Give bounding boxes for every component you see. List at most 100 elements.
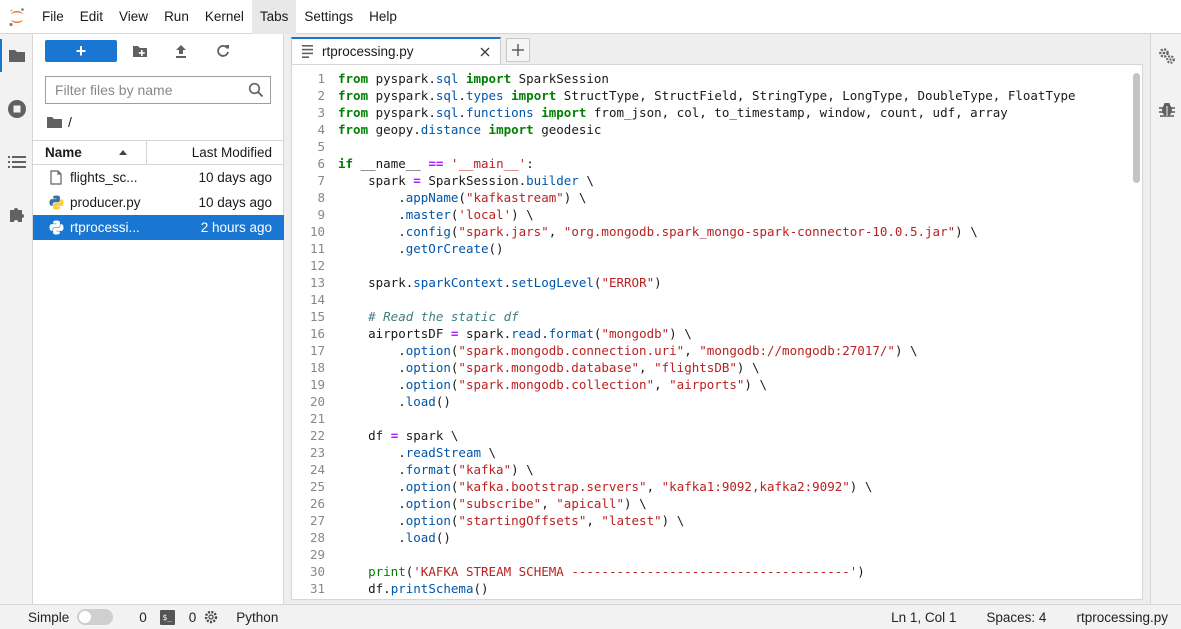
code-text: .option("startingOffsets", "latest") \ xyxy=(338,513,685,528)
code-line[interactable]: 8 .appName("kafkastream") \ xyxy=(292,189,1132,206)
indent-spaces[interactable]: Spaces: 4 xyxy=(986,610,1046,625)
code-line[interactable]: 20 .load() xyxy=(292,393,1132,410)
toc-list-icon[interactable] xyxy=(0,145,33,178)
running-stop-icon[interactable] xyxy=(0,92,33,125)
code-line[interactable]: 11 .getOrCreate() xyxy=(292,240,1132,257)
terminal-icon[interactable]: $_ xyxy=(159,609,175,625)
code-text: .option("spark.mongodb.database", "fligh… xyxy=(338,360,760,375)
upload-button[interactable] xyxy=(170,40,192,62)
code-line[interactable]: 30 print('KAFKA STREAM SCHEMA ----------… xyxy=(292,563,1132,580)
code-text: from pyspark.sql.types import StructType… xyxy=(338,88,1076,103)
terminals-count[interactable]: 0 xyxy=(139,610,147,625)
kernel-gear-icon[interactable] xyxy=(204,610,218,624)
code-line[interactable]: 5 xyxy=(292,138,1132,155)
code-line[interactable]: 3 from pyspark.sql.functions import from_… xyxy=(292,104,1132,121)
line-number: 18 xyxy=(309,360,325,375)
code-text: .option("kafka.bootstrap.servers", "kafk… xyxy=(338,479,873,494)
code-line[interactable]: 24 .format("kafka") \ xyxy=(292,461,1132,478)
plus-icon xyxy=(512,44,524,56)
code-line[interactable]: 28 .load() xyxy=(292,529,1132,546)
file-row[interactable]: producer.py 10 days ago xyxy=(33,190,284,215)
code-line[interactable]: 14 xyxy=(292,291,1132,308)
menu-file[interactable]: File xyxy=(34,0,72,34)
line-number: 16 xyxy=(309,326,325,341)
code-line[interactable]: 18 .option("spark.mongodb.database", "fl… xyxy=(292,359,1132,376)
menu-run[interactable]: Run xyxy=(156,0,197,34)
code-line[interactable]: 27 .option("startingOffsets", "latest") … xyxy=(292,512,1132,529)
code-text: .load() xyxy=(338,394,451,409)
code-text: from pyspark.sql import SparkSession xyxy=(338,71,609,86)
file-browser-toolbar: + xyxy=(33,34,284,68)
filter-files-input[interactable] xyxy=(46,78,236,102)
code-line[interactable]: 2 from pyspark.sql.types import StructTyp… xyxy=(292,87,1132,104)
code-line[interactable]: 13 spark.sparkContext.setLogLevel("ERROR… xyxy=(292,274,1132,291)
kernels-count[interactable]: 0 xyxy=(189,610,197,625)
code-text: .readStream \ xyxy=(338,445,497,460)
menu-view[interactable]: View xyxy=(111,0,156,34)
code-line[interactable]: 25 .option("kafka.bootstrap.servers", "k… xyxy=(292,478,1132,495)
line-number: 23 xyxy=(309,445,325,460)
file-row[interactable]: rtprocessi... 2 hours ago xyxy=(33,215,284,240)
file-row[interactable]: flights_sc... 10 days ago xyxy=(33,165,284,190)
close-icon[interactable] xyxy=(474,41,496,63)
code-line[interactable]: 7 spark = SparkSession.builder \ xyxy=(292,172,1132,189)
tab-rtprocessing[interactable]: rtprocessing.py xyxy=(291,37,501,64)
code-line[interactable]: 10 .config("spark.jars", "org.mongodb.sp… xyxy=(292,223,1132,240)
simple-mode-toggle[interactable] xyxy=(77,609,114,625)
line-number: 24 xyxy=(309,462,325,477)
breadcrumb-root[interactable]: / xyxy=(68,114,72,130)
line-number: 19 xyxy=(309,377,325,392)
line-number: 9 xyxy=(317,207,325,222)
add-tab-button[interactable] xyxy=(506,38,530,62)
code-text: df = spark \ xyxy=(338,428,459,443)
code-line[interactable]: 12 xyxy=(292,257,1132,274)
new-folder-button[interactable] xyxy=(129,40,151,62)
code-line[interactable]: 1 from pyspark.sql import SparkSession xyxy=(292,70,1132,87)
extension-puzzle-icon[interactable] xyxy=(0,198,33,231)
menu-settings[interactable]: Settings xyxy=(296,0,361,34)
line-number: 6 xyxy=(317,156,325,171)
cursor-position[interactable]: Ln 1, Col 1 xyxy=(891,610,956,625)
line-number: 3 xyxy=(317,105,325,120)
menu-help[interactable]: Help xyxy=(361,0,405,34)
home-folder-icon[interactable] xyxy=(47,116,62,128)
refresh-button[interactable] xyxy=(212,40,234,62)
file-list: flights_sc... 10 days ago producer.py 10… xyxy=(33,165,284,240)
menu-kernel[interactable]: Kernel xyxy=(197,0,252,34)
code-line[interactable]: 22 df = spark \ xyxy=(292,427,1132,444)
menu-tabs[interactable]: Tabs xyxy=(251,0,297,34)
code-line[interactable]: 19 .option("spark.mongodb.collection", "… xyxy=(292,376,1132,393)
property-inspector-gear-icon[interactable] xyxy=(1151,39,1181,72)
line-number: 1 xyxy=(317,71,325,86)
code-line[interactable]: 21 xyxy=(292,410,1132,427)
scrollbar-thumb[interactable] xyxy=(1133,73,1140,183)
debugger-bug-icon[interactable] xyxy=(1151,92,1181,125)
code-line[interactable]: 15 # Read the static df xyxy=(292,308,1132,325)
kernel-name[interactable]: Python xyxy=(236,610,278,625)
line-number: 7 xyxy=(317,173,325,188)
code-text: from geopy.distance import geodesic xyxy=(338,122,602,137)
code-line[interactable]: 17 .option("spark.mongodb.connection.uri… xyxy=(292,342,1132,359)
vertical-scrollbar[interactable] xyxy=(1133,71,1140,593)
code-line[interactable]: 23 .readStream \ xyxy=(292,444,1132,461)
code-line[interactable]: 4 from geopy.distance import geodesic xyxy=(292,121,1132,138)
code-line[interactable]: 29 xyxy=(292,546,1132,563)
file-modified: 10 days ago xyxy=(198,195,272,210)
right-sidebar xyxy=(1150,34,1181,604)
menu-edit[interactable]: Edit xyxy=(72,0,111,34)
code-text: .config("spark.jars", "org.mongodb.spark… xyxy=(338,224,978,239)
new-launcher-button[interactable]: + xyxy=(45,40,117,62)
line-number: 12 xyxy=(309,258,325,273)
line-number: 10 xyxy=(309,224,325,239)
code-line[interactable]: 26 .option("subscribe", "apicall") \ xyxy=(292,495,1132,512)
code-line[interactable]: 6 if __name__ == '__main__': xyxy=(292,155,1132,172)
column-modified-header[interactable]: Last Modified xyxy=(147,141,284,164)
folder-icon[interactable] xyxy=(0,39,33,72)
column-name-header[interactable]: Name xyxy=(33,141,147,164)
code-line[interactable]: 9 .master('local') \ xyxy=(292,206,1132,223)
code-line[interactable]: 31 df.printSchema() xyxy=(292,580,1132,597)
code-editor[interactable]: 1 from pyspark.sql import SparkSession 2 fr… xyxy=(291,64,1143,600)
code-line[interactable]: 16 airportsDF = spark.read.format("mongo… xyxy=(292,325,1132,342)
